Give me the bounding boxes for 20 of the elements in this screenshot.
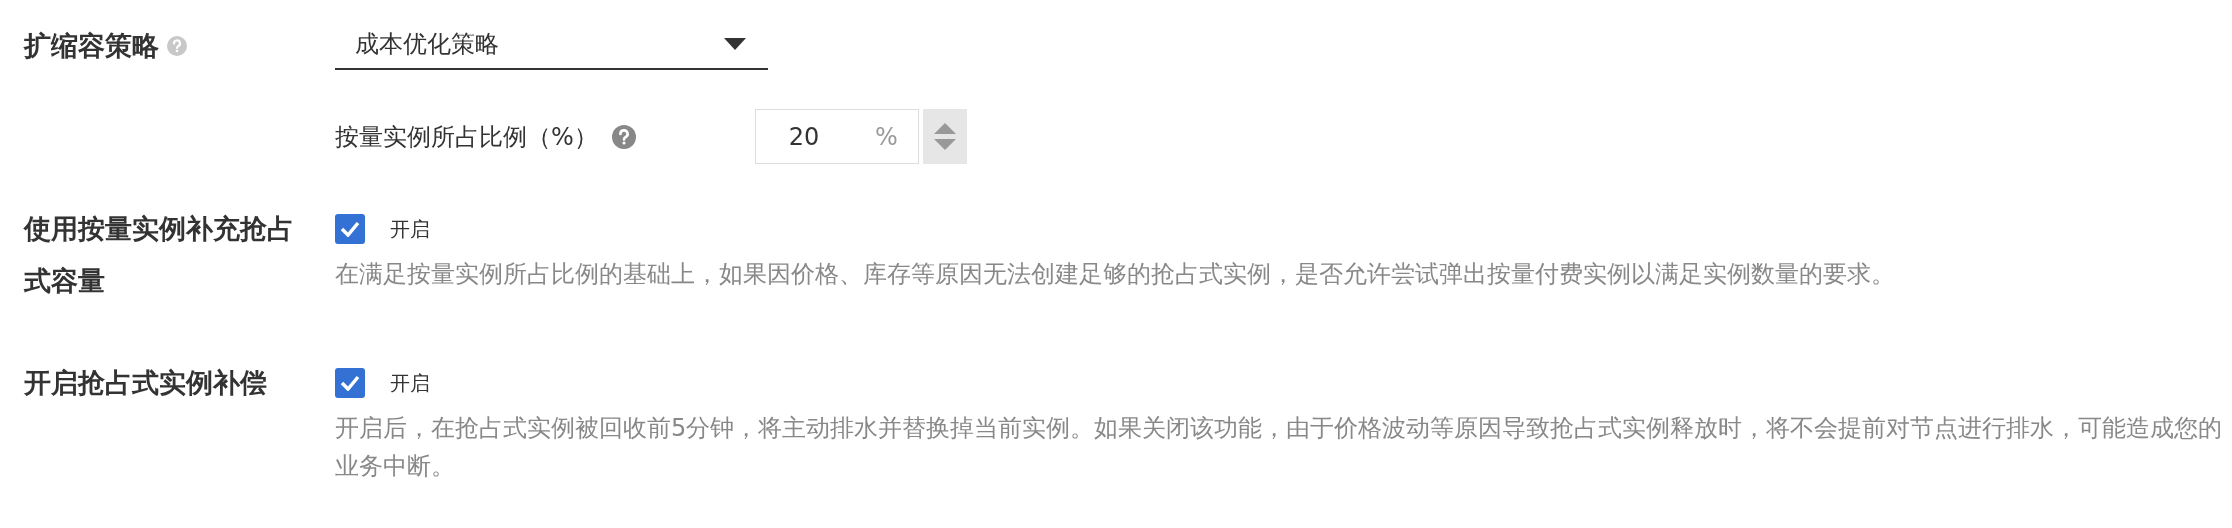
check-icon [340,221,360,237]
caret-icon [724,38,746,50]
up-icon[interactable] [933,123,956,134]
checkbox[interactable] [335,368,365,398]
ratio-input[interactable]: 20 % [754,109,919,164]
checkbox-label: 开启 [390,369,430,397]
field-description: 在满足按量实例所占比例的基础上，如果因价格、库存等原因无法创建足够的抢占式实例，是否允许尝试弹出按量付费实例以满足实例数量的要求。 [335,259,1896,290]
help-icon[interactable] [611,124,636,149]
strategy-select[interactable]: 成本优化策略 [335,20,768,70]
field-label: 开启抢占式实例补偿 [24,366,267,400]
checkbox-label: 开启 [390,215,430,243]
field-label: 使用按量实例补充抢占式容量 [24,212,295,298]
checkbox[interactable] [335,214,365,244]
help-icon[interactable] [167,36,187,56]
field-label: 按量实例所占比例（%） [335,121,598,153]
down-icon[interactable] [933,139,956,150]
check-icon [340,375,360,391]
field-description: 开启后，在抢占式实例被回收前5分钟，将主动排水并替换掉当前实例。如果关闭该功能，由于价格波动等原因导致抢占式实例释放时，将不会提前对节点进行排水，可能造成您的业务中断。 [335,413,2224,482]
stepper[interactable] [922,109,967,164]
field-label: 扩缩容策略 [24,29,159,63]
